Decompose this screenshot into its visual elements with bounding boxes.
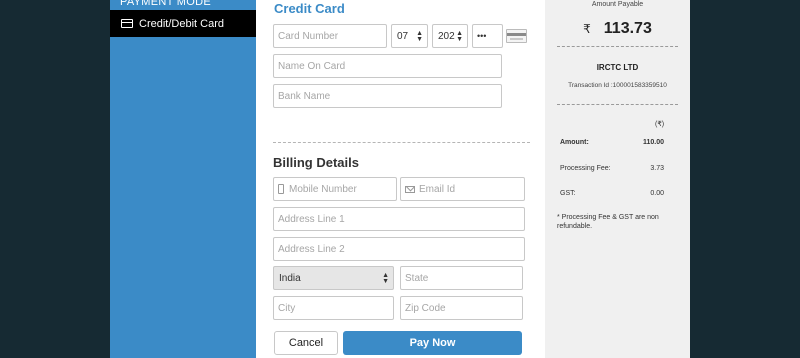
email-input[interactable] [419, 183, 524, 195]
section-divider [273, 142, 530, 143]
gst-label: GST: [560, 190, 576, 197]
mobile-number-input[interactable] [289, 183, 396, 195]
amount-payable-value: 113.73 [603, 20, 652, 37]
refund-note: * Processing Fee & GST are non refundabl… [557, 214, 659, 230]
cvv-card-icon [506, 29, 527, 43]
summary-divider [557, 104, 678, 105]
select-arrows-icon: ▲ ▼ [416, 30, 423, 43]
amount-payable: ₹ 113.73 [545, 20, 690, 38]
select-arrows-icon: ▲ ▼ [382, 272, 389, 285]
name-on-card-input[interactable] [273, 54, 502, 78]
expiry-year-value: 202 [438, 30, 455, 42]
expiry-month-value: 07 [397, 30, 409, 42]
sidebar-item-label: Credit/Debit Card [139, 17, 224, 30]
mail-icon [405, 185, 415, 193]
amount-label: Amount: [560, 139, 589, 146]
pay-now-button[interactable]: Pay Now [343, 331, 522, 355]
email-field[interactable] [400, 177, 525, 201]
phone-icon [278, 184, 284, 194]
zip-code-input[interactable] [400, 296, 523, 320]
credit-card-icon [121, 19, 133, 28]
select-arrows-icon: ▲ ▼ [456, 30, 463, 43]
processing-fee-label: Processing Fee: [560, 165, 611, 172]
payment-form: Credit Card 07 ▲▼ 202 ▲▼ Billing Details… [256, 0, 545, 358]
country-value: India [279, 272, 301, 284]
address-line-2-input[interactable] [273, 237, 525, 261]
amount-value: 110.00 [642, 139, 664, 146]
address-line-1-input[interactable] [273, 207, 525, 231]
card-number-input[interactable] [273, 24, 387, 48]
credit-card-title: Credit Card [274, 1, 345, 16]
expiry-year-select[interactable]: 202 ▲ ▼ [432, 24, 468, 48]
processing-fee-value: 3.73 [650, 165, 664, 172]
payment-mode-title: PAYMENT MODE [120, 0, 211, 8]
merchant-name: IRCTC LTD [596, 63, 639, 72]
currency-header: (₹) [655, 121, 665, 128]
billing-details-title: Billing Details [273, 155, 359, 170]
bank-name-input[interactable] [273, 84, 502, 108]
state-input[interactable] [400, 266, 523, 290]
mobile-number-field[interactable] [273, 177, 397, 201]
payment-mode-sidebar: PAYMENT MODE Credit/Debit Card [110, 0, 263, 358]
cancel-button[interactable]: Cancel [274, 331, 338, 355]
sidebar-item-credit-debit-card[interactable]: Credit/Debit Card [110, 10, 263, 37]
gst-value: 0.00 [650, 190, 664, 197]
order-summary-panel: Amount Payable ₹ 113.73 IRCTC LTD Transa… [545, 0, 690, 358]
rupee-symbol: ₹ [583, 22, 591, 36]
transaction-id: Transaction Id :100001583359510 [568, 82, 667, 89]
city-input[interactable] [273, 296, 394, 320]
cvv-input[interactable] [472, 24, 503, 48]
amount-payable-label: Amount Payable [591, 1, 644, 8]
country-select[interactable]: India ▲ ▼ [273, 266, 394, 290]
summary-divider [557, 46, 678, 47]
expiry-month-select[interactable]: 07 ▲ ▼ [391, 24, 428, 48]
